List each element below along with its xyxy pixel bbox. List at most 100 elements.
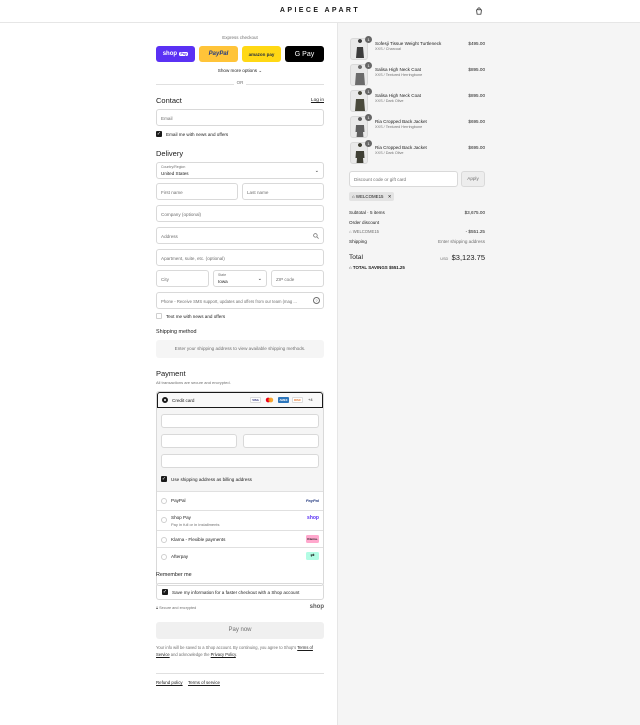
shop-logo: shop	[309, 604, 324, 610]
item-variant: XXS / Charcoal	[375, 47, 401, 51]
discount-code-label: ⌂ WELCOME15	[349, 229, 379, 234]
refund-policy-link[interactable]: Refund policy	[156, 680, 183, 685]
item-name: Ria Cropped Back Jacket	[375, 119, 427, 124]
order-discount-label: Order discount	[349, 220, 380, 225]
secure-encrypted-note: 🔒︎ Secure and encrypted	[156, 606, 197, 610]
klarna-radio[interactable]	[161, 536, 167, 543]
klarna-icon: Klarna.	[306, 535, 319, 543]
quantity-badge: 1	[365, 140, 372, 147]
tag-icon: ⌂	[349, 229, 352, 234]
phone-field[interactable]: Phone - Receive SMS support, updates and…	[156, 292, 324, 309]
afterpay-option[interactable]: Afterpay ⇄	[157, 548, 323, 565]
lock-icon: 🔒︎	[156, 606, 159, 610]
zip-field[interactable]: ZIP code	[271, 270, 324, 287]
expiration-field[interactable]	[161, 434, 237, 448]
shipping-method-heading: Shipping method	[156, 329, 197, 335]
card-form: ✓ Use shipping address as billing addres…	[157, 408, 323, 492]
shipping-method-notice: Enter your shipping address to view avai…	[156, 340, 324, 358]
visa-icon: VISA	[250, 397, 261, 403]
footer-divider	[156, 673, 324, 674]
subtotal-label: Subtotal · 5 items	[349, 210, 385, 215]
express-checkout-title: Express checkout	[222, 35, 258, 40]
privacy-policy-link[interactable]: Privacy Policy	[211, 652, 236, 657]
apartment-field[interactable]: Apartment, suite, etc. (optional)	[156, 249, 324, 266]
state-select[interactable]: State Iowa ⌄	[213, 270, 267, 287]
save-info-checkbox[interactable]: ✓	[162, 589, 168, 595]
name-on-card-field[interactable]	[161, 454, 319, 468]
login-link[interactable]: Log in	[311, 98, 324, 103]
shop-pay-radio[interactable]	[161, 517, 167, 523]
item-name: Salisa High Neck Coat	[375, 93, 421, 98]
site-header: APIECE APART	[0, 0, 640, 23]
item-name: Ria Cropped Back Jacket	[375, 145, 427, 150]
shop-pay-express-button[interactable]: shop Pay	[156, 46, 195, 62]
apply-discount-button[interactable]: Apply	[461, 171, 485, 187]
cart-bag-icon[interactable]	[475, 7, 483, 15]
terms-of-service-link[interactable]: Terms of service	[188, 680, 220, 685]
discount-tag: ⌂ WELCOME15 ✕	[349, 192, 395, 201]
payment-subtitle: All transactions are secure and encrypte…	[156, 380, 231, 385]
discover-icon: DISC	[292, 397, 303, 403]
item-price: $695.00	[468, 145, 485, 150]
email-field[interactable]: Email	[156, 109, 324, 126]
discount-value: - $551.25	[465, 229, 485, 234]
total-value: USD $3,123.75	[440, 253, 485, 262]
credit-card-option[interactable]: Credit card VISA AMEX DISC +4	[157, 392, 323, 408]
paypal-icon: PayPal	[305, 498, 319, 503]
remember-me-box: ✓ Save my information for a faster check…	[156, 583, 324, 600]
billing-address-checkbox[interactable]: ✓	[161, 476, 167, 482]
quantity-badge: 1	[365, 62, 372, 69]
contact-heading: Contact	[156, 96, 182, 105]
remove-discount-icon[interactable]: ✕	[388, 194, 392, 199]
delivery-heading: Delivery	[156, 149, 184, 158]
save-info-label: Save my information for a faster checkou…	[172, 589, 300, 595]
address-field[interactable]: Address	[156, 227, 324, 244]
company-field[interactable]: Company (optional)	[156, 205, 324, 222]
sms-news-checkbox[interactable]	[156, 313, 162, 319]
afterpay-radio[interactable]	[161, 553, 167, 560]
cart-item: 1 Sofesji Tissue Weight Turtleneck XXS /…	[349, 36, 485, 62]
last-name-field[interactable]: Last name	[242, 183, 324, 200]
show-more-options-link[interactable]: Show more options ⌄	[156, 68, 324, 74]
google-pay-express-button[interactable]: G Pay	[285, 46, 324, 62]
security-code-field[interactable]	[243, 434, 319, 448]
shop-pay-icon: shop	[307, 515, 319, 521]
item-name: Sofesji Tissue Weight Turtleneck	[375, 41, 442, 46]
shipping-value: Enter shipping address	[438, 239, 485, 244]
item-variant: XXS / Dark Olive	[375, 99, 404, 103]
paypal-radio[interactable]	[161, 498, 167, 504]
search-icon	[313, 233, 319, 239]
pay-now-button[interactable]: Pay now	[156, 622, 324, 639]
city-field[interactable]: City	[156, 270, 209, 287]
country-select[interactable]: Country/Region United States ⌄	[156, 162, 324, 179]
mastercard-icon	[264, 397, 275, 403]
paypal-option[interactable]: PayPal PayPal	[157, 492, 323, 511]
item-name: Salisa High Neck Coat	[375, 67, 421, 72]
first-name-field[interactable]: First name	[156, 183, 238, 200]
card-number-field[interactable]	[161, 414, 319, 428]
help-icon[interactable]: ?	[313, 297, 320, 304]
billing-address-label: Use shipping address as billing address	[171, 476, 252, 482]
brand-logo[interactable]: APIECE APART	[0, 7, 640, 14]
item-variant: XXS / Dark Olive	[375, 151, 404, 155]
cart-item: 1 Salisa High Neck Coat XXS / Textured H…	[349, 62, 485, 88]
quantity-badge: 1	[365, 114, 372, 121]
discount-code-input[interactable]: Discount code or gift card	[349, 171, 458, 187]
amazon-pay-express-button[interactable]: amazon pay	[242, 46, 281, 62]
email-news-checkbox[interactable]: ✓	[156, 131, 162, 137]
sms-news-label: Text me with news and offers	[166, 313, 226, 319]
item-price: $895.00	[468, 93, 485, 98]
amex-icon: AMEX	[278, 397, 289, 403]
chevron-down-icon: ⌄	[258, 68, 263, 73]
shipping-label: Shipping	[349, 239, 367, 244]
item-price: $895.00	[468, 67, 485, 72]
paypal-express-button[interactable]: PayPal	[199, 46, 238, 62]
item-price: $695.00	[468, 119, 485, 124]
more-cards-label: +4	[308, 397, 313, 402]
credit-card-radio[interactable]	[162, 397, 168, 403]
klarna-option[interactable]: Klarna - Flexible payments Klarna.	[157, 531, 323, 548]
shop-pay-option[interactable]: Shop Pay Pay in full or in installments …	[157, 511, 323, 531]
cart-item: 1 Salisa High Neck Coat XXS / Dark Olive…	[349, 88, 485, 114]
quantity-badge: 1	[365, 36, 372, 43]
chevron-down-icon: ⌄	[314, 168, 319, 174]
